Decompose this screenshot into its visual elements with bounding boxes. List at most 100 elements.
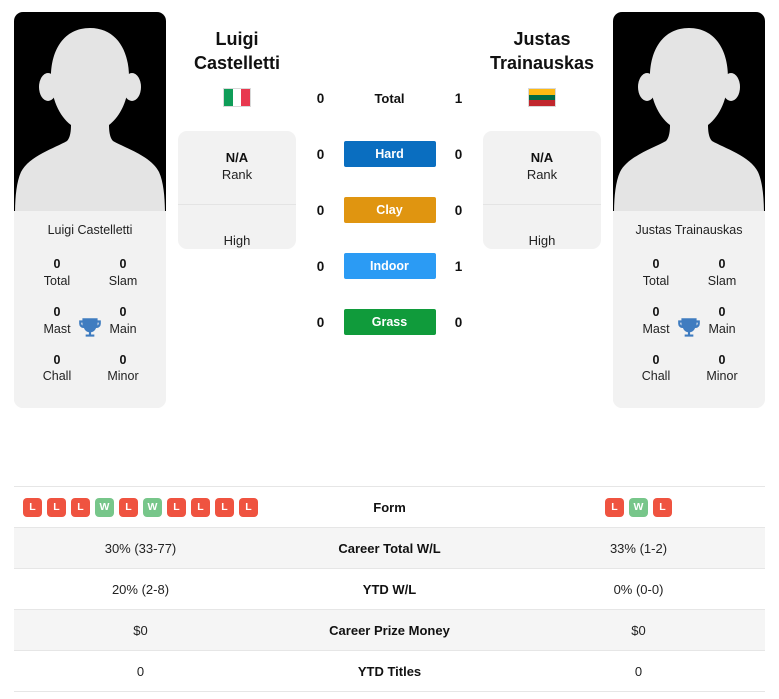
player-info-stack-right: N/A Rank High 22 Age Plays xyxy=(483,130,601,249)
title-stat-value: 0 xyxy=(53,257,61,271)
h2h-row-hard: 0 Hard 0 xyxy=(296,126,483,182)
player-card-left[interactable]: Luigi Castelletti 0 Total 0 Slam 0 Mast … xyxy=(14,12,166,409)
stat-left-value: $0 xyxy=(133,622,148,638)
h2h-surface-badge-indoor[interactable]: Indoor xyxy=(343,253,436,279)
table-row-ytd-wl: 20% (2-8) YTD W/L 0% (0-0) xyxy=(14,568,765,610)
info-value: N/A xyxy=(530,150,554,166)
title-stat-value: 0 xyxy=(718,257,726,271)
h2h-row-clay: 0 Clay 0 xyxy=(296,182,483,238)
h2h-right-score: 1 xyxy=(454,90,463,106)
stat-right-form: LWL xyxy=(512,487,765,528)
stat-label: YTD W/L xyxy=(362,581,417,597)
titles-row: 0 Chall 0 Minor xyxy=(613,345,765,393)
title-stat-cell: 0 Chall xyxy=(627,352,685,386)
titles-row: 0 Total 0 Slam xyxy=(14,249,166,297)
info-cell-high: High xyxy=(178,205,296,249)
h2h-row-grass: 0 Grass 0 xyxy=(296,294,483,350)
form-badge-loss: L xyxy=(71,497,90,517)
info-label: Rank xyxy=(526,167,558,183)
title-stat-label: Chall xyxy=(42,369,72,384)
title-stat-value: 0 xyxy=(652,257,660,271)
title-stat-value: 0 xyxy=(53,352,61,367)
form-badge-loss: L xyxy=(191,497,210,517)
h2h-left-score: 0 xyxy=(316,90,325,106)
title-stat-label: Minor xyxy=(107,369,139,384)
player-photo-left xyxy=(14,12,166,211)
flag-lithuania-icon xyxy=(528,87,556,107)
player-name-left: Luigi Castelletti xyxy=(194,12,280,76)
player-info-stack-left: N/A Rank High 21 Age R Plays xyxy=(178,130,296,249)
form-badges-left: LLLWLWLLLL xyxy=(14,497,267,517)
player-summary-right: JustasTrainauskas N/A Rank High 22 Age xyxy=(483,12,601,249)
titles-grid-right: 0 Total 0 Slam 0 Mast 0 Main 0 Chall 0 M… xyxy=(613,247,765,409)
h2h-row-total: 0 Total 1 xyxy=(296,70,483,126)
h2h-comparison-page: Luigi Castelletti 0 Total 0 Slam 0 Mast … xyxy=(0,0,779,699)
h2h-row-indoor: 0 Indoor 1 xyxy=(296,238,483,294)
titles-grid-left: 0 Total 0 Slam 0 Mast 0 Main 0 Chall 0 M… xyxy=(14,247,166,409)
title-stat-value: 0 xyxy=(718,352,726,367)
flag-italy-icon xyxy=(223,87,251,107)
h2h-left-score: 0 xyxy=(316,202,325,218)
form-badge-loss: L xyxy=(215,497,234,517)
info-label: High xyxy=(528,232,556,248)
info-label: High xyxy=(223,232,251,248)
form-badge-win: W xyxy=(95,497,114,517)
table-row-ytd-titles: 0 YTD Titles 0 xyxy=(14,650,765,692)
title-stat-cell: 0 Slam xyxy=(693,256,751,290)
title-stat-cell: 0 Total xyxy=(28,256,86,290)
player-photo-caption-right: Justas Trainauskas xyxy=(613,211,765,247)
avatar-silhouette-icon xyxy=(614,28,764,211)
info-label: Rank xyxy=(221,167,253,183)
trophy-icon xyxy=(79,317,101,337)
title-stat-value: 0 xyxy=(652,352,660,367)
h2h-right-score: 0 xyxy=(454,146,463,162)
title-stat-cell: 0 Slam xyxy=(94,256,152,290)
form-badge-win: W xyxy=(143,497,162,517)
stat-left-value: 0 xyxy=(136,663,145,679)
table-row-career-total-wl: 30% (33-77) Career Total W/L 33% (1-2) xyxy=(14,527,765,569)
table-row-career-prize-money: $0 Career Prize Money $0 xyxy=(14,609,765,651)
stat-label: Career Total W/L xyxy=(338,540,441,556)
h2h-left-score: 0 xyxy=(316,314,325,330)
titles-row: 0 Total 0 Slam xyxy=(613,249,765,297)
player-name-line1: Justas xyxy=(513,29,571,49)
form-badge-loss: L xyxy=(239,497,258,517)
stat-right-value: 0% (0-0) xyxy=(613,581,664,597)
head-to-head-column: 0 Total 1 0 Hard 0 0 Clay 0 0 Indoor 1 0 xyxy=(296,12,483,350)
form-badges-right: LWL xyxy=(512,497,765,517)
titles-row: 0 Chall 0 Minor xyxy=(14,345,166,393)
stat-right-value: 33% (1-2) xyxy=(609,540,668,556)
h2h-left-score: 0 xyxy=(316,258,325,274)
stats-table-body: LLLWLWLLLL Form LWL 30% (33-77) Career T… xyxy=(14,486,765,692)
title-stat-cell: 0 Chall xyxy=(28,352,86,386)
h2h-right-score: 0 xyxy=(454,202,463,218)
form-badge-loss: L xyxy=(23,497,42,517)
player-name-line1: Luigi xyxy=(215,29,259,49)
info-cell-rank: N/A Rank xyxy=(483,131,601,205)
stat-label: Career Prize Money xyxy=(329,622,450,638)
h2h-surface-badge-clay[interactable]: Clay xyxy=(343,197,436,223)
player-name-line2: Castelletti xyxy=(193,52,281,73)
player-name-line2: Trainauskas xyxy=(489,52,595,73)
form-badge-win: W xyxy=(629,497,648,517)
h2h-surface-badge-grass[interactable]: Grass xyxy=(343,309,436,335)
avatar-silhouette-icon xyxy=(15,28,165,211)
h2h-surface-label-total: Total xyxy=(374,90,405,106)
title-stat-label: Total xyxy=(43,273,71,288)
stat-right-value: 0 xyxy=(634,663,643,679)
title-stat-cell: 0 Minor xyxy=(693,352,751,386)
title-stat-cell: 0 Total xyxy=(627,256,685,290)
form-badge-loss: L xyxy=(119,497,138,517)
info-value: N/A xyxy=(225,150,249,166)
form-badge-loss: L xyxy=(47,497,66,517)
player-comparison-area: Luigi Castelletti 0 Total 0 Slam 0 Mast … xyxy=(0,0,779,478)
player-card-right[interactable]: Justas Trainauskas 0 Total 0 Slam 0 Mast… xyxy=(613,12,765,409)
h2h-surface-badge-hard[interactable]: Hard xyxy=(343,141,436,167)
title-stat-label: Slam xyxy=(108,273,138,288)
info-cell-rank: N/A Rank xyxy=(178,131,296,205)
player-photo-caption-left: Luigi Castelletti xyxy=(14,211,166,247)
player-name-right: Justas Trainauskas xyxy=(490,12,594,76)
title-stat-label: Minor xyxy=(706,369,738,384)
title-stat-label: Total xyxy=(642,273,670,288)
stat-left-value: 20% (2-8) xyxy=(111,581,170,597)
